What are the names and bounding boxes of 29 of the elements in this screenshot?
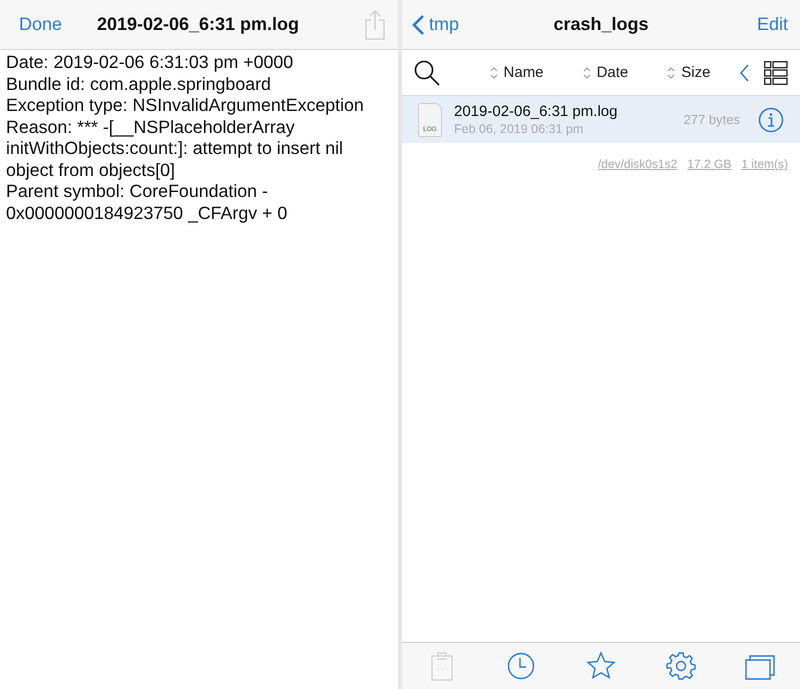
- file-date: Feb 06, 2019 06:31 pm: [454, 122, 584, 136]
- file-size: 277 bytes: [684, 112, 740, 127]
- sort-arrows-icon: [490, 66, 498, 80]
- log-line: Bundle id: com.apple.springboard: [6, 74, 272, 95]
- star-icon[interactable]: [584, 651, 617, 681]
- sort-button[interactable]: Name: [490, 64, 544, 81]
- folder-title: crash_logs: [553, 14, 649, 35]
- log-line: Date: 2019-02-06 6:31:03 pm +0000: [6, 52, 294, 74]
- sort-button[interactable]: Size: [667, 64, 710, 81]
- log-line: Exception type: NSInvalidArgumentException: [6, 95, 365, 116]
- chevron-icon: [412, 14, 425, 36]
- sort-arrows-icon: [667, 66, 676, 80]
- sort-button[interactable]: Date: [582, 64, 628, 81]
- sort-arrows-icon: [582, 66, 591, 80]
- list-view-icon[interactable]: [764, 60, 788, 84]
- footer-link[interactable]: 1 item(s): [741, 157, 788, 171]
- settings-icon[interactable]: [664, 651, 697, 681]
- info-icon[interactable]: [758, 106, 784, 132]
- chevron-icon[interactable]: [740, 64, 750, 82]
- footer-link[interactable]: /dev/disk0s1s2: [598, 157, 678, 171]
- back-button[interactable]: tmp: [412, 14, 460, 36]
- log-line: Parent symbol: CoreFoundation - 0x0000000184923750 _CFArgv + 0: [6, 181, 288, 224]
- done-button[interactable]: Done: [19, 14, 62, 35]
- search-icon[interactable]: [414, 60, 440, 86]
- edit-button[interactable]: Edit: [756, 14, 788, 35]
- file-name: 2019-02-06_6:31 pm.log: [454, 103, 618, 120]
- log-line: Reason: *** -[__NSPlaceholderArray initWithObjects:count:]: attempt to insert nil object from objects[0]: [6, 116, 344, 181]
- footer-link[interactable]: 17.2 GB: [687, 157, 732, 171]
- window-title: 2019-02-06_6:31 pm.log: [96, 14, 300, 35]
